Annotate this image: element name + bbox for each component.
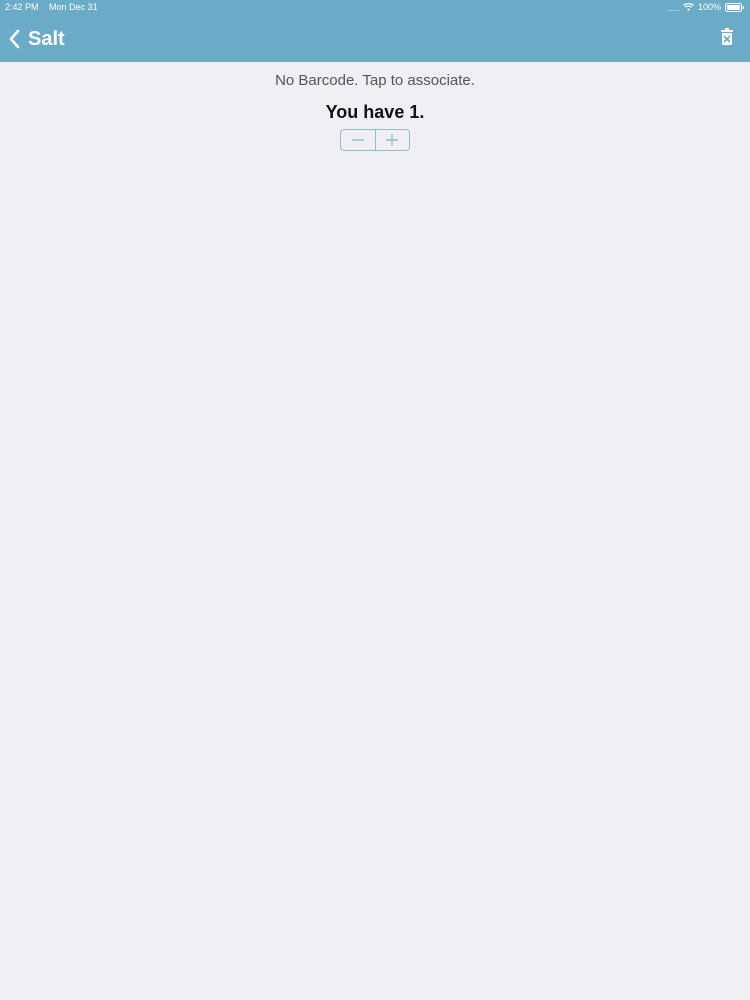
chevron-left-icon <box>8 29 20 49</box>
back-button[interactable]: Salt <box>8 22 65 56</box>
page-title: Salt <box>28 27 65 50</box>
status-right: 100% <box>667 0 744 14</box>
status-bar: 2:42 PM Mon Dec 31 100% <box>0 0 750 16</box>
decrement-button[interactable] <box>341 130 375 150</box>
delete-button[interactable] <box>716 27 738 51</box>
battery-percent: 100% <box>697 2 721 12</box>
quantity-stepper <box>340 129 410 151</box>
plus-icon <box>385 133 399 147</box>
trash-icon <box>716 27 738 51</box>
associate-barcode-link[interactable]: No Barcode. Tap to associate. <box>0 72 750 89</box>
status-left: 2:42 PM Mon Dec 31 <box>5 0 98 14</box>
status-time: 2:42 PM <box>5 2 39 12</box>
signal-icon <box>667 3 679 11</box>
battery-icon <box>725 2 744 12</box>
minus-icon <box>351 133 365 147</box>
header: 2:42 PM Mon Dec 31 100% Salt <box>0 0 750 62</box>
status-date: Mon Dec 31 <box>49 2 98 12</box>
item-detail: No Barcode. Tap to associate. You have 1… <box>0 62 750 1000</box>
nav-bar: Salt <box>0 18 750 62</box>
quantity-label: You have 1. <box>325 102 425 122</box>
wifi-icon <box>683 3 694 11</box>
increment-button[interactable] <box>376 130 410 150</box>
